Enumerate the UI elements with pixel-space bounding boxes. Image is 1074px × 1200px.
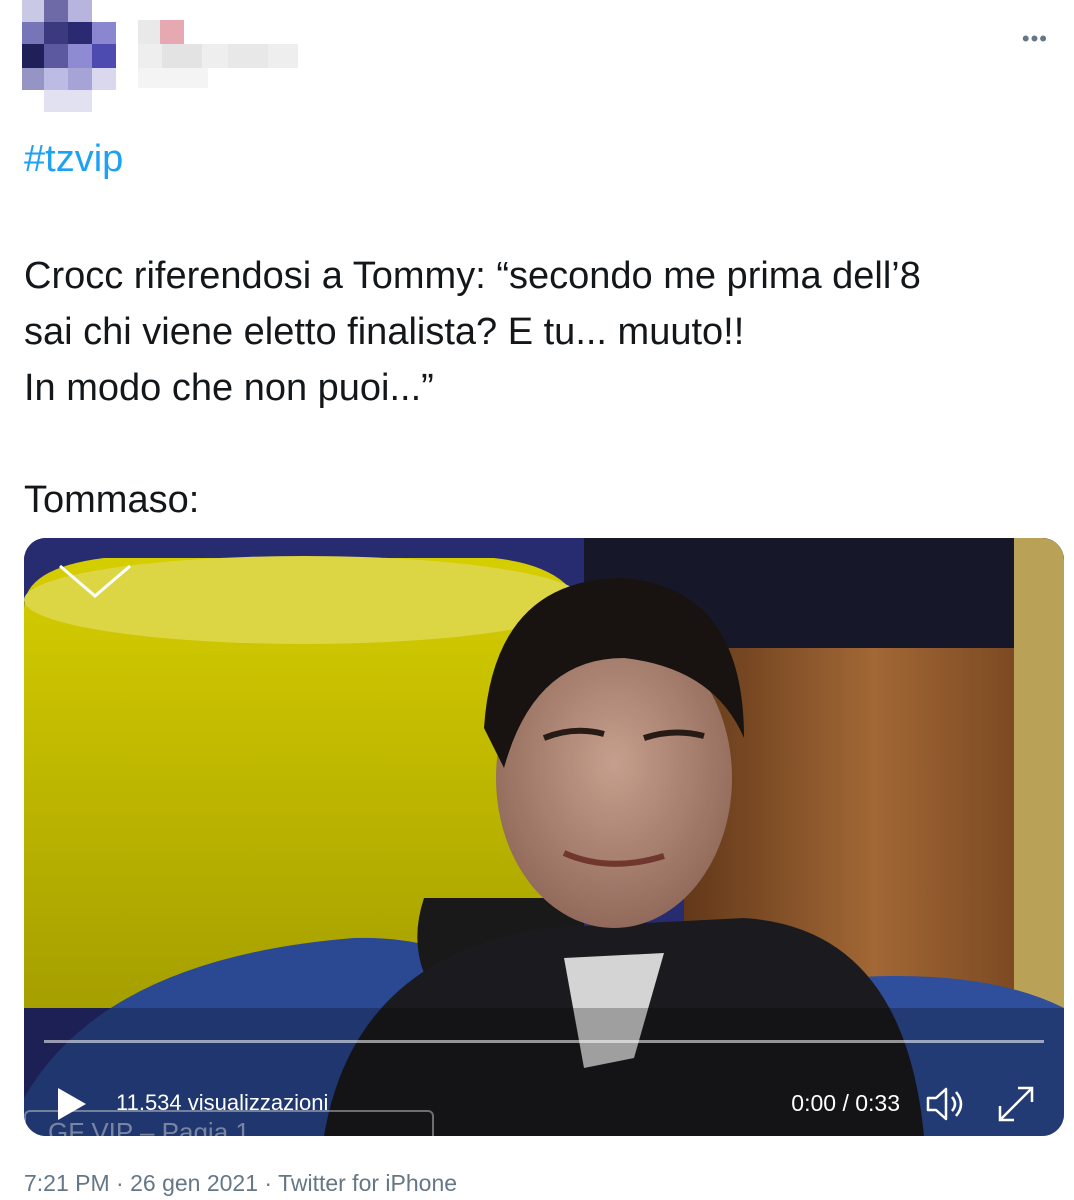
video-controls: GF VIP – Pagia 1 11.534 visualizzazioni … xyxy=(24,1046,1064,1136)
tweet-line: In modo che non puoi...” xyxy=(24,367,434,409)
more-icon[interactable]: ••• xyxy=(1022,26,1048,52)
volume-icon[interactable] xyxy=(924,1084,968,1124)
tweet-line: Crocc riferendosi a Tommy: “secondo me p… xyxy=(24,255,921,297)
meta-separator: · xyxy=(116,1170,124,1196)
view-count: 11.534 visualizzazioni xyxy=(116,1090,329,1115)
video-time: 0:00 / 0:33 xyxy=(791,1090,900,1116)
meta-separator: · xyxy=(264,1170,273,1196)
fullscreen-icon[interactable] xyxy=(996,1084,1036,1124)
tweet-text: Crocc riferendosi a Tommy: “secondo me p… xyxy=(24,248,1044,528)
hashtag-link[interactable]: #tzvip xyxy=(24,138,123,181)
tweet-meta: 7:21 PM · 26 gen 2021 · Twitter for iPho… xyxy=(24,1170,457,1197)
tweet-source[interactable]: Twitter for iPhone xyxy=(278,1170,457,1196)
tweet-line: Tommaso: xyxy=(24,479,200,521)
username-blurred[interactable] xyxy=(138,20,328,92)
tweet-line: sai chi viene eletto finalista? E tu... … xyxy=(24,311,745,353)
tweet-time[interactable]: 7:21 PM xyxy=(24,1170,110,1196)
video-player[interactable]: GF VIP – Pagia 1 11.534 visualizzazioni … xyxy=(24,538,1064,1136)
video-progress-bar[interactable] xyxy=(44,1040,1044,1043)
avatar[interactable] xyxy=(22,0,116,112)
play-icon[interactable] xyxy=(54,1086,88,1122)
tweet-date[interactable]: 26 gen 2021 xyxy=(130,1170,258,1196)
collapse-chevron-icon[interactable] xyxy=(58,562,132,602)
